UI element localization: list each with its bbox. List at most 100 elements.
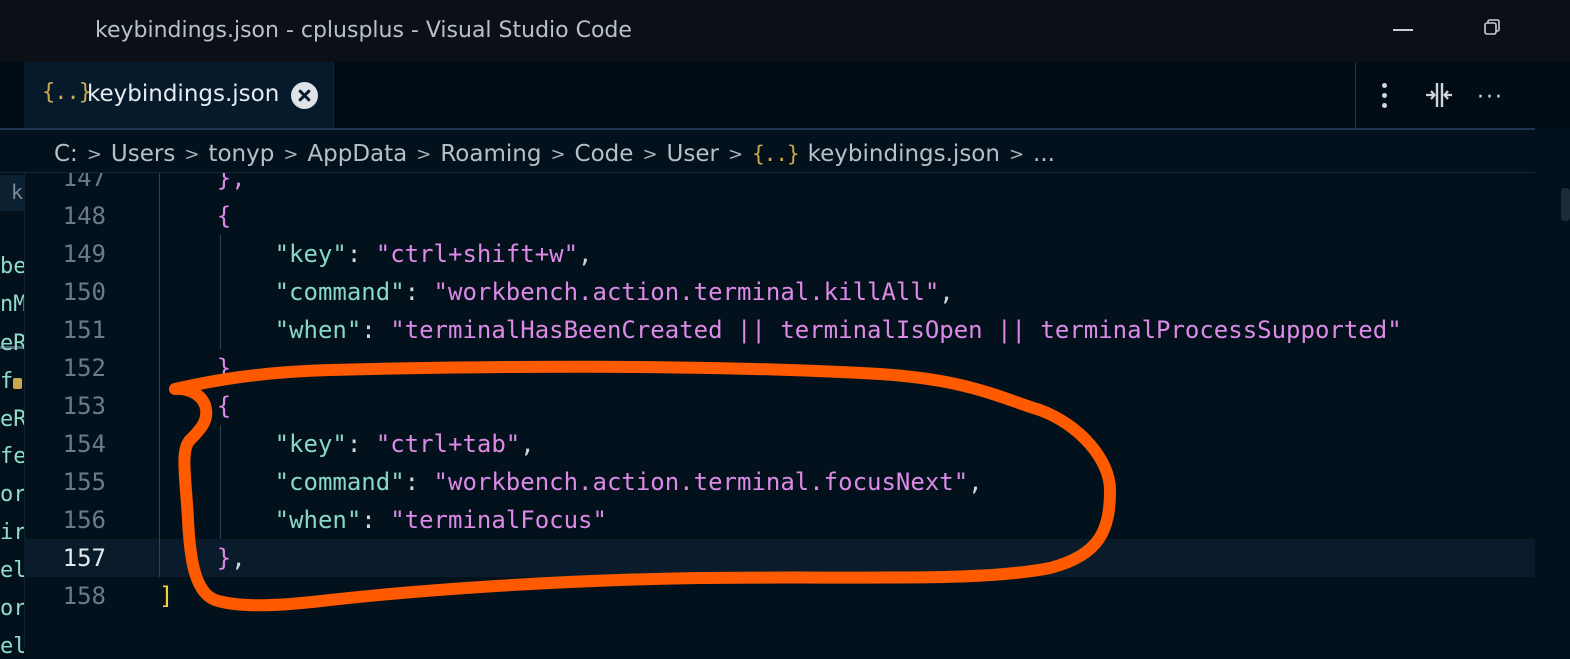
code-line[interactable]: 157 }, — [24, 539, 1535, 577]
breadcrumb-item-drive[interactable]: C: — [54, 141, 78, 167]
code-token: "key" — [274, 430, 347, 458]
code-token: , — [231, 544, 246, 572]
code-token: : — [361, 316, 391, 344]
chevron-right-icon: > — [184, 143, 200, 165]
chevron-right-icon: > — [86, 143, 102, 165]
code-token: "when" — [274, 506, 362, 534]
code-text: ] — [159, 577, 173, 615]
breadcrumb-item-code[interactable]: Code — [575, 141, 634, 167]
code-line[interactable]: 152 } — [24, 349, 1535, 387]
line-number: 154 — [62, 430, 106, 458]
window-title: keybindings.json - cplusplus - Visual St… — [95, 18, 632, 43]
restore-icon[interactable] — [1484, 19, 1500, 35]
code-line[interactable]: 156 "when": "terminalFocus" — [24, 501, 1535, 539]
code-line[interactable]: 147 }, — [24, 173, 1535, 197]
side-panel-item[interactable]: eR — [0, 407, 24, 432]
side-panel-item[interactable]: ir — [0, 520, 24, 545]
side-panel-item[interactable]: fe — [0, 444, 24, 469]
code-line[interactable]: 154 "key": "ctrl+tab", — [24, 425, 1535, 463]
side-panel-item[interactable]: el — [0, 558, 24, 583]
line-number: 153 — [62, 392, 106, 420]
code-token: : — [404, 468, 434, 496]
code-token: ] — [159, 582, 174, 610]
code-token: : — [346, 240, 376, 268]
breadcrumb-item-appdata[interactable]: AppData — [307, 141, 407, 167]
minimap-scroll-mark[interactable] — [1561, 188, 1570, 221]
minimize-icon[interactable] — [1393, 29, 1413, 31]
side-panel-tab[interactable]: k — [0, 175, 24, 211]
code-text: "when": "terminalFocus" — [159, 501, 607, 539]
code-line[interactable]: 150 "command": "workbench.action.termina… — [24, 273, 1535, 311]
code-line[interactable]: 151 "when": "terminalHasBeenCreated || t… — [24, 311, 1535, 349]
modified-file-dot — [13, 378, 22, 389]
more-actions-icon[interactable]: ··· — [1477, 85, 1504, 110]
tab-label: keybindings.json — [87, 81, 280, 107]
line-number: 151 — [62, 316, 106, 344]
breadcrumb-item-file[interactable]: keybindings.json — [808, 141, 1000, 167]
code-token: }, — [159, 173, 246, 192]
code-text: "when": "terminalHasBeenCreated || termi… — [159, 311, 1402, 349]
code-line[interactable]: 158] — [24, 577, 1535, 615]
split-editor-icon[interactable] — [1424, 80, 1454, 110]
kebab-menu-icon[interactable] — [1382, 83, 1388, 109]
line-number: 156 — [62, 506, 106, 534]
code-line[interactable]: 155 "command": "workbench.action.termina… — [24, 463, 1535, 501]
code-line[interactable]: 153 { — [24, 387, 1535, 425]
code-token: "terminalFocus" — [390, 506, 607, 534]
side-panel-item[interactable]: nM — [0, 292, 24, 317]
code-text: "key": "ctrl+tab", — [159, 425, 535, 463]
line-number: 152 — [62, 354, 106, 382]
breadcrumb-item-symbols[interactable]: ... — [1033, 141, 1055, 167]
code-token: "workbench.action.terminal.killAll" — [433, 278, 940, 306]
code-text: { — [159, 197, 231, 235]
line-number: 147 — [62, 173, 106, 192]
json-file-icon: {..} — [42, 80, 92, 105]
code-line[interactable]: 149 "key": "ctrl+shift+w", — [24, 235, 1535, 273]
code-text: "command": "workbench.action.terminal.fo… — [159, 463, 983, 501]
line-number: 158 — [62, 582, 106, 610]
code-token: { — [159, 392, 232, 420]
code-token: "ctrl+tab" — [375, 430, 521, 458]
breadcrumb-item-users[interactable]: Users — [111, 141, 175, 167]
code-token: , — [968, 468, 983, 496]
code-token: , — [939, 278, 954, 306]
code-token: { — [159, 202, 232, 230]
breadcrumb-item-roaming[interactable]: Roaming — [440, 141, 541, 167]
line-number: 150 — [62, 278, 106, 306]
code-token: "terminalHasBeenCreated || terminalIsOpe… — [390, 316, 1402, 344]
code-text: { — [159, 387, 231, 425]
tab-bar-border — [0, 128, 1535, 130]
code-editor[interactable]: 147 }, 148 {149 "key": "ctrl+shift+w", 150… — [24, 173, 1535, 648]
indent-guide — [220, 425, 221, 539]
line-number: 157 — [62, 544, 106, 572]
side-panel-item[interactable]: eR — [0, 331, 24, 356]
line-number: 148 — [62, 202, 106, 230]
breadcrumb-item-tonyp[interactable]: tonyp — [208, 141, 274, 167]
chevron-right-icon: > — [1008, 143, 1025, 165]
chevron-right-icon: > — [416, 143, 432, 165]
breadcrumb: C: > Users > tonyp > AppData > Roaming >… — [54, 139, 1055, 169]
code-token: "workbench.action.terminal.focusNext" — [433, 468, 969, 496]
code-text: } — [159, 349, 231, 387]
code-token: , — [520, 430, 535, 458]
side-panel-item[interactable]: or — [0, 596, 24, 621]
code-token: "ctrl+shift+w" — [375, 240, 579, 268]
code-token: : — [404, 278, 434, 306]
side-panel-item[interactable]: or — [0, 482, 24, 507]
code-token: : — [346, 430, 376, 458]
side-panel-item[interactable]: el — [0, 634, 24, 659]
code-token: : — [361, 506, 391, 534]
side-panel-item[interactable]: be — [0, 254, 24, 279]
code-token: "command" — [274, 468, 405, 496]
indent-guide — [159, 173, 160, 577]
tab-actions-divider — [1355, 62, 1356, 128]
chevron-right-icon: > — [642, 143, 658, 165]
close-icon[interactable] — [291, 82, 318, 109]
breadcrumb-item-user[interactable]: User — [667, 141, 719, 167]
code-line[interactable]: 148 { — [24, 197, 1535, 235]
